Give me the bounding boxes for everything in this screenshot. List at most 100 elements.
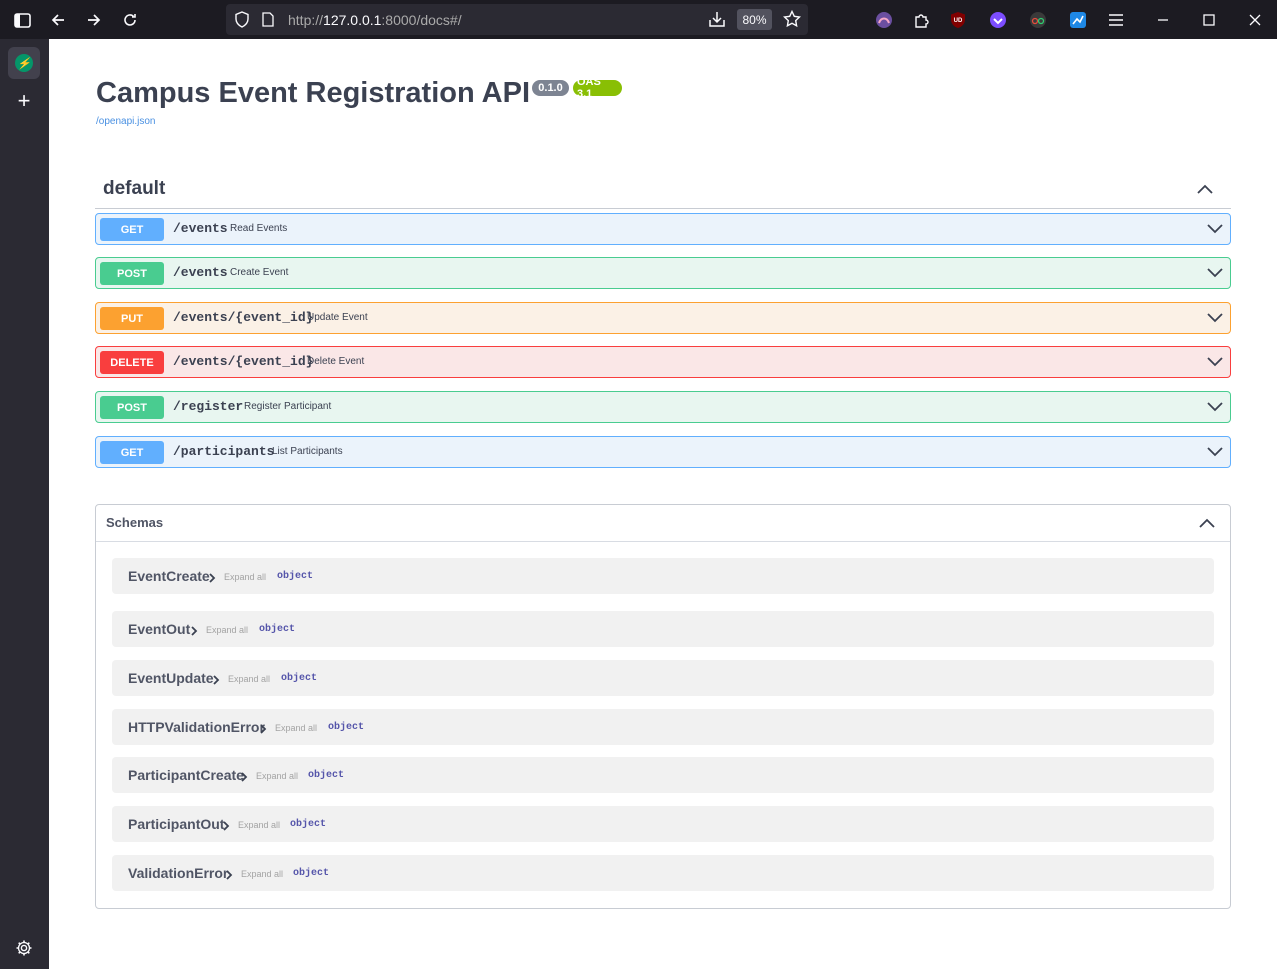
expand-all-button[interactable]: Expand all: [206, 625, 248, 635]
extension-purple-icon[interactable]: [871, 7, 897, 33]
schema-name[interactable]: ParticipantCreate: [128, 767, 244, 783]
chevron-down-icon[interactable]: [1207, 310, 1223, 326]
schema-row[interactable]: ValidationError Expand all object: [112, 855, 1214, 891]
expand-all-button[interactable]: Expand all: [228, 674, 270, 684]
schemas-section: Schemas EventCreate Expand all object Ev…: [95, 504, 1231, 909]
schema-row[interactable]: EventOut Expand all object: [112, 611, 1214, 647]
zoom-level-button[interactable]: 80%: [737, 9, 772, 30]
fastapi-logo-icon: ⚡: [15, 54, 33, 72]
expand-all-button[interactable]: Expand all: [238, 820, 280, 830]
operation-delete-event[interactable]: DELETE /events/{event_id} Delete Event: [95, 346, 1231, 378]
expand-all-button[interactable]: Expand all: [275, 723, 317, 733]
schema-name[interactable]: EventCreate: [128, 568, 210, 584]
schema-row[interactable]: EventCreate Expand all object: [112, 558, 1214, 594]
back-icon[interactable]: [45, 7, 71, 33]
chevron-right-icon[interactable]: [239, 770, 249, 782]
schema-name[interactable]: ValidationError: [128, 865, 228, 881]
schema-row[interactable]: HTTPValidationError Expand all object: [112, 709, 1214, 745]
page-info-icon[interactable]: [262, 12, 274, 32]
tag-section-default[interactable]: default: [95, 170, 1231, 209]
sidebar-app-button[interactable]: ⚡: [8, 47, 40, 79]
schema-type: object: [259, 624, 296, 635]
operation-summary: Read Events: [230, 223, 288, 234]
schema-type: object: [308, 770, 345, 781]
tag-name: default: [103, 178, 166, 199]
method-badge: POST: [100, 396, 164, 419]
shield-icon[interactable]: [234, 11, 250, 33]
add-panel-icon[interactable]: +: [12, 88, 36, 113]
settings-gear-icon[interactable]: [13, 937, 35, 959]
close-window-icon[interactable]: [1242, 7, 1268, 33]
save-page-icon[interactable]: [708, 10, 726, 33]
operation-path: /participants: [173, 444, 275, 459]
operation-summary: Create Event: [230, 267, 289, 278]
reload-icon[interactable]: [117, 7, 143, 33]
chevron-right-icon[interactable]: [221, 819, 231, 831]
schema-type: object: [328, 722, 365, 733]
operation-post-events[interactable]: POST /events Create Event: [95, 257, 1231, 289]
expand-all-button[interactable]: Expand all: [241, 869, 283, 879]
chevron-right-icon[interactable]: [224, 868, 234, 880]
version-badge: 0.1.0: [532, 80, 569, 96]
schema-row[interactable]: EventUpdate Expand all object: [112, 660, 1214, 696]
schema-name[interactable]: ParticipantOut: [128, 816, 224, 832]
schema-type: object: [293, 868, 330, 879]
browser-toolbar: http://127.0.0.1:8000/docs#/ 80% UD: [0, 0, 1277, 39]
operation-get-events[interactable]: GET /events Read Events: [95, 213, 1231, 245]
schema-type: object: [290, 819, 327, 830]
method-badge: GET: [100, 441, 164, 464]
operation-post-register[interactable]: POST /register Register Participant: [95, 391, 1231, 423]
operation-summary: Register Participant: [244, 401, 332, 412]
schema-type: object: [277, 571, 314, 582]
schema-row[interactable]: ParticipantCreate Expand all object: [112, 757, 1214, 793]
expand-all-button[interactable]: Expand all: [256, 771, 298, 781]
operation-put-event[interactable]: PUT /events/{event_id} Update Event: [95, 302, 1231, 334]
schema-name[interactable]: EventOut: [128, 621, 190, 637]
schema-row[interactable]: ParticipantOut Expand all object: [112, 806, 1214, 842]
operation-path: /events: [173, 265, 228, 280]
chevron-down-icon[interactable]: [1207, 265, 1223, 281]
ublock-icon[interactable]: UD: [945, 7, 971, 33]
method-badge: DELETE: [100, 351, 164, 374]
bookmark-star-icon[interactable]: [782, 9, 802, 33]
chevron-up-icon[interactable]: [1199, 515, 1215, 531]
operation-path: /events: [173, 221, 228, 236]
operation-get-participants[interactable]: GET /participants List Participants: [95, 436, 1231, 468]
url-text[interactable]: http://127.0.0.1:8000/docs#/: [288, 12, 462, 28]
schema-name[interactable]: HTTPValidationError: [128, 719, 265, 735]
extension-glasses-icon[interactable]: [1025, 7, 1051, 33]
chevron-up-icon[interactable]: [1197, 181, 1213, 197]
method-badge: POST: [100, 262, 164, 285]
oas-badge: OAS 3.1: [573, 76, 622, 100]
schema-name[interactable]: EventUpdate: [128, 670, 214, 686]
schema-type: object: [281, 673, 318, 684]
svg-text:UD: UD: [954, 18, 963, 24]
chevron-right-icon[interactable]: [207, 571, 217, 583]
operation-summary: Delete Event: [307, 356, 365, 367]
browser-sidebar: ⚡ +: [0, 39, 49, 969]
operation-summary: List Participants: [272, 446, 343, 457]
operation-path: /register: [173, 399, 244, 414]
chevron-down-icon[interactable]: [1207, 444, 1223, 460]
forward-icon[interactable]: [81, 7, 107, 33]
menu-hamburger-icon[interactable]: [1103, 7, 1129, 33]
expand-all-button[interactable]: Expand all: [224, 572, 266, 582]
extensions-puzzle-icon[interactable]: [908, 7, 934, 33]
chevron-down-icon[interactable]: [1207, 354, 1223, 370]
schemas-header[interactable]: Schemas: [96, 505, 1230, 542]
chevron-down-icon[interactable]: [1207, 399, 1223, 415]
maximize-icon[interactable]: [1196, 7, 1222, 33]
sidebar-toggle-icon[interactable]: [9, 7, 35, 33]
openapi-json-link[interactable]: /openapi.json: [96, 116, 156, 127]
chevron-right-icon[interactable]: [258, 722, 268, 734]
chevron-down-icon[interactable]: [1207, 221, 1223, 237]
chevron-right-icon[interactable]: [189, 624, 199, 636]
chevron-right-icon[interactable]: [211, 673, 221, 685]
extension-blue-icon[interactable]: [1065, 7, 1091, 33]
minimize-icon[interactable]: [1150, 7, 1176, 33]
operation-path: /events/{event_id}: [173, 354, 314, 369]
schemas-title: Schemas: [106, 515, 164, 530]
url-bar[interactable]: http://127.0.0.1:8000/docs#/: [226, 4, 808, 35]
extension-violet-icon[interactable]: [985, 7, 1011, 33]
method-badge: GET: [100, 218, 164, 241]
